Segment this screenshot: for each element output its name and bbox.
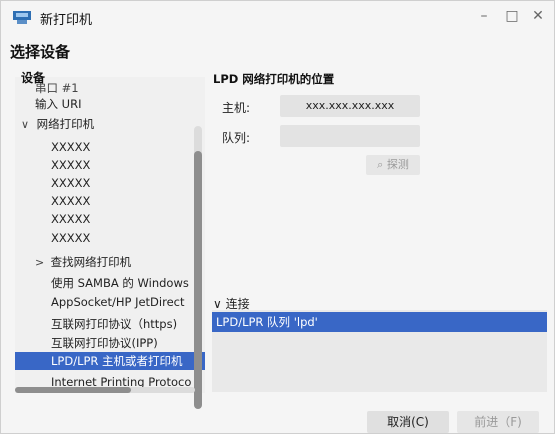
queue-label: 队列: xyxy=(222,131,251,145)
device-label: 设备 xyxy=(21,71,46,85)
tree-item-label: LPD/LPR 主机或者打印机 xyxy=(51,354,183,368)
tree-item-label: XXXXX xyxy=(51,212,91,226)
tree-item-samba-windows[interactable]: 使用 SAMBA 的 Windows xyxy=(15,274,205,292)
connection-item-lpd[interactable]: LPD/LPR 队列 'lpd' xyxy=(212,312,547,332)
tree-item-network-printer-5[interactable]: XXXXX xyxy=(15,210,205,228)
chevron-down-icon[interactable]: ∨ xyxy=(21,116,33,134)
tree-item-network-printer-6[interactable]: XXXXX xyxy=(15,229,205,247)
probe-button-label: 探测 xyxy=(386,158,409,171)
tree-item-network-printer-3[interactable]: XXXXX xyxy=(15,174,205,192)
page-heading: 选择设备 xyxy=(10,43,71,61)
connection-list[interactable]: LPD/LPR 队列 'lpd' xyxy=(212,310,547,392)
chevron-right-icon[interactable]: > xyxy=(35,254,47,272)
tree-item-ipp[interactable]: 互联网打印协议(IPP) xyxy=(15,334,205,352)
tree-item-ipp-https[interactable]: 互联网打印协议（https) xyxy=(15,315,205,333)
title-bar: 新打印机 – □ ✕ xyxy=(1,1,554,35)
tree-item-network-printer[interactable]: ∨ 网络打印机 xyxy=(15,115,205,133)
close-button[interactable]: ✕ xyxy=(529,7,547,25)
horizontal-scrollbar-thumb[interactable] xyxy=(15,387,131,393)
tree-item-enter-uri[interactable]: 输入 URI xyxy=(15,95,205,113)
host-label: 主机: xyxy=(222,101,251,115)
minimize-button[interactable]: – xyxy=(475,7,493,25)
tree-item-label: XXXXX xyxy=(51,158,91,172)
tree-item-label: 互联网打印协议（https) xyxy=(51,317,178,331)
vertical-scrollbar-thumb[interactable] xyxy=(194,151,202,409)
tree-item-label: XXXXX xyxy=(51,140,91,154)
maximize-button[interactable]: □ xyxy=(503,7,521,25)
connection-label: 连接 xyxy=(225,297,250,311)
tree-item-network-printer-1[interactable]: XXXXX xyxy=(15,138,205,156)
cancel-button[interactable]: 取消(C) xyxy=(367,411,449,433)
tree-item-label: XXXXX xyxy=(51,231,91,245)
tree-item-label: AppSocket/HP JetDirect xyxy=(51,295,185,309)
new-printer-window: 新打印机 – □ ✕ 选择设备 串口 #1 输入 URI ∨ 网络打印机 XXX… xyxy=(0,0,555,434)
tree-item-label: 网络打印机 xyxy=(36,117,95,131)
lpd-location-title: LPD 网络打印机的位置 xyxy=(213,72,335,86)
printer-app-icon xyxy=(13,11,31,24)
device-tree-vertical-scrollbar[interactable] xyxy=(194,126,202,409)
tree-item-label: XXXXX xyxy=(51,176,91,190)
probe-button[interactable]: ⌕ 探测 xyxy=(366,155,420,175)
forward-button[interactable]: 前进（F) xyxy=(457,411,539,433)
tree-item-find-network-printer[interactable]: > 查找网络打印机 xyxy=(15,253,205,271)
tree-item-label: 互联网打印协议(IPP) xyxy=(51,336,158,350)
tree-item-label: 输入 URI xyxy=(35,97,82,111)
tree-item-appsocket[interactable]: AppSocket/HP JetDirect xyxy=(15,293,205,311)
host-input[interactable] xyxy=(280,95,420,117)
queue-input[interactable] xyxy=(280,125,420,147)
tree-item-label: XXXXX xyxy=(51,194,91,208)
window-title: 新打印机 xyxy=(40,13,93,28)
tree-item-label: 查找网络打印机 xyxy=(50,255,132,269)
tree-item-network-printer-2[interactable]: XXXXX xyxy=(15,156,205,174)
chevron-down-icon[interactable]: ∨ xyxy=(213,297,222,311)
tree-item-label: 使用 SAMBA 的 Windows xyxy=(51,276,189,290)
tree-item-network-printer-4[interactable]: XXXXX xyxy=(15,192,205,210)
device-tree[interactable]: 串口 #1 输入 URI ∨ 网络打印机 XXXXX XXXXX XXXXX X… xyxy=(15,77,205,393)
device-tree-horizontal-scrollbar[interactable] xyxy=(15,387,195,393)
search-icon: ⌕ xyxy=(377,158,384,171)
tree-item-lpd-lpr[interactable]: LPD/LPR 主机或者打印机 xyxy=(15,352,205,370)
